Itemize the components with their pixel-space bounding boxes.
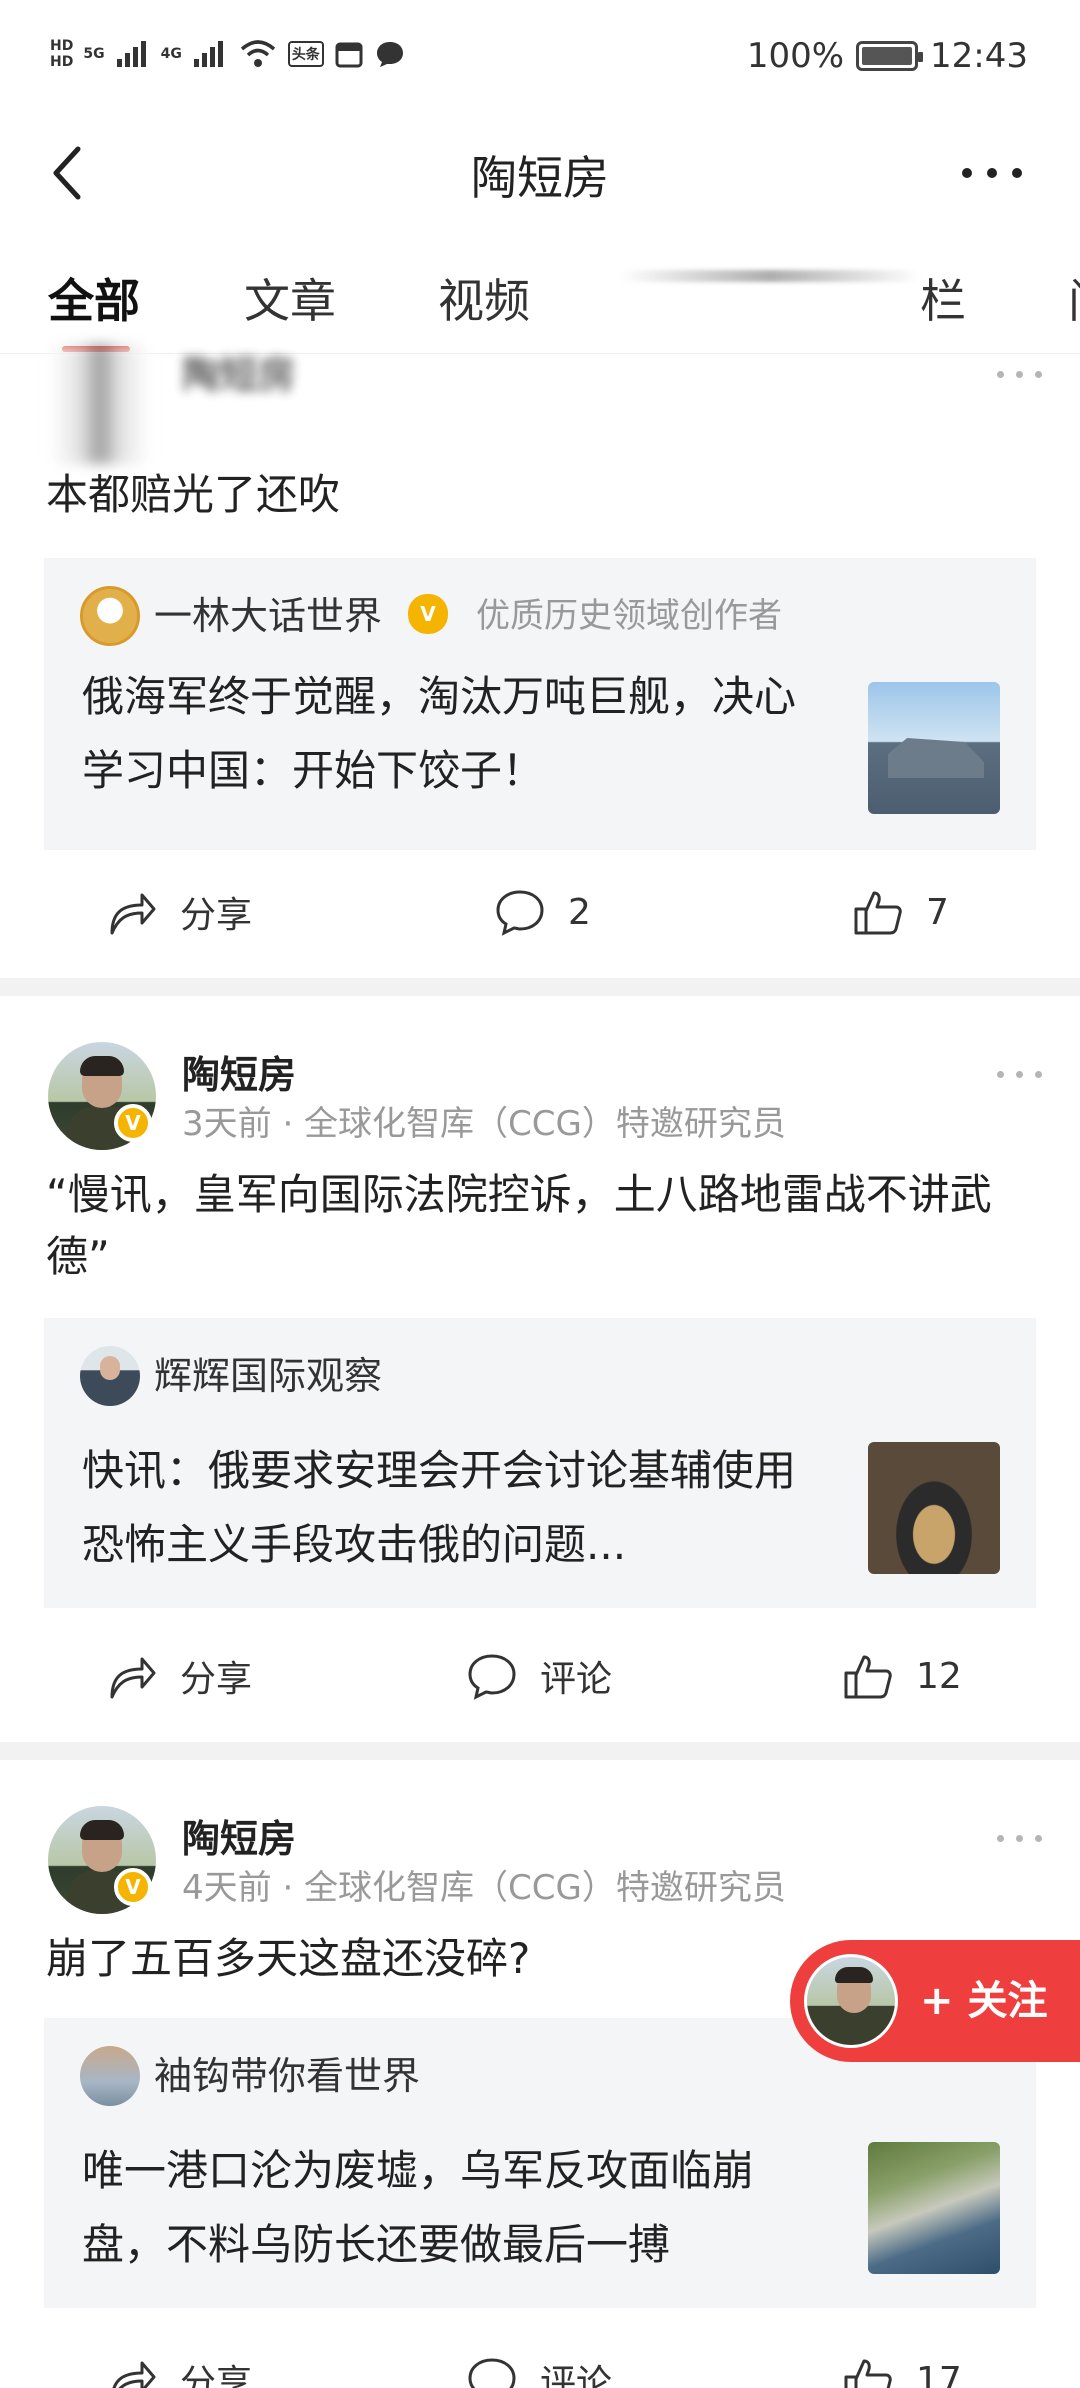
post-actions: 分享 2 7 (0, 852, 1080, 972)
thumbs-up-icon (844, 1655, 892, 1699)
battery-icon (856, 41, 924, 71)
more-horizontal-icon (962, 168, 1022, 178)
follow-avatar (804, 1954, 898, 2048)
article-thumbnail (868, 682, 1000, 814)
post-text[interactable]: “慢讯，皇军向国际法院控诉，土八路地雷战不讲武德” (46, 1164, 1040, 1288)
share-icon (112, 2361, 156, 2388)
battery-percent: 100% (746, 36, 845, 76)
like-count: 7 (926, 891, 949, 933)
hd-label-1: HD (50, 38, 74, 54)
verified-badge-icon: V (114, 1104, 152, 1142)
article-title[interactable]: 俄海军终于觉醒，淘汰万吨巨舰，决心学习中国：开始下饺子！ (82, 660, 812, 808)
share-icon (110, 1657, 156, 1699)
hd-indicators: HD HD (50, 38, 73, 70)
tab-articles[interactable]: 文章 (244, 256, 336, 346)
post-actions: 分享 评论 12 (0, 1616, 1080, 1736)
page-title: 陶短房 (471, 151, 609, 205)
quoted-article[interactable]: 辉辉国际观察 快讯：俄要求安理会开会讨论基辅使用恐怖主义手段攻击俄的问题... (44, 1318, 1036, 1608)
like-button[interactable]: 7 (852, 852, 949, 972)
hd-label-2: HD (50, 54, 74, 70)
comment-icon (468, 2358, 516, 2388)
like-button[interactable]: 17 (842, 2320, 962, 2388)
share-icon (110, 893, 156, 935)
tab-all[interactable]: 全部 (48, 256, 140, 346)
post-card-2: V 陶短房 3天前 · 全球化智库（CCG）特邀研究员 “慢讯，皇军向国际法院控… (0, 996, 1080, 1742)
source-tag: 优质历史领域创作者 (476, 596, 782, 636)
post-text[interactable]: 本都赔光了还吹 (46, 464, 1040, 526)
article-thumbnail (868, 2142, 1000, 2274)
comment-button[interactable]: 2 (494, 852, 591, 972)
network-5g-label: 5G (83, 46, 105, 62)
post-meta: 3天前 · 全球化智库（CCG）特邀研究员 (182, 1104, 786, 1144)
thumbs-up-icon (844, 2359, 892, 2388)
comment-label: 评论 (540, 2363, 613, 2388)
calendar-icon (335, 42, 363, 68)
source-avatar (80, 1346, 140, 1406)
share-button[interactable]: 分享 (108, 852, 252, 972)
comment-label: 评论 (540, 1659, 613, 1700)
card-separator (0, 978, 1080, 996)
post-author[interactable]: 陶短房 (182, 1044, 296, 1099)
message-icon (376, 42, 403, 67)
source-name[interactable]: 一林大话世界 (154, 588, 382, 644)
post-author[interactable]: 陶短房 (182, 1808, 296, 1863)
like-count: 12 (916, 1655, 962, 1697)
tab-bar: 全部 文章 视频 栏 问 (0, 238, 1080, 354)
more-button[interactable] (952, 138, 1032, 208)
post-more-button[interactable] (984, 1054, 1054, 1094)
source-name[interactable]: 袖钩带你看世界 (154, 2048, 420, 2104)
source-avatar (80, 586, 140, 646)
signal-icon-2 (193, 41, 223, 67)
comment-icon (468, 1654, 516, 1700)
article-title[interactable]: 快讯：俄要求安理会开会讨论基辅使用恐怖主义手段攻击俄的问题... (82, 1434, 812, 1582)
wifi-icon (240, 40, 275, 67)
share-button[interactable]: 分享 (108, 2320, 252, 2388)
tab-qa[interactable]: 问 (1068, 256, 1080, 346)
post-card-3: V 陶短房 4天前 · 全球化智库（CCG）特邀研究员 崩了五百多天这盘还没碎?… (0, 1760, 1080, 2388)
comment-count: 2 (568, 891, 591, 933)
follow-button[interactable]: + 关注 (790, 1940, 1080, 2062)
like-button[interactable]: 12 (842, 1616, 962, 1736)
share-label: 分享 (180, 2363, 253, 2388)
post-card-1: 陶短房 本都赔光了还吹 一林大话世界 V 优质历史领域创作者 俄海军终于觉醒，淘… (0, 344, 1080, 978)
source-avatar (80, 2046, 140, 2106)
signal-icon (116, 41, 146, 67)
comment-button[interactable]: 评论 (466, 1616, 612, 1736)
comment-icon (496, 890, 544, 936)
post-author[interactable]: 陶短房 (182, 344, 296, 399)
clock: 12:43 (930, 36, 1028, 76)
post-meta: 4天前 · 全球化智库（CCG）特邀研究员 (182, 1868, 786, 1908)
follow-label: + 关注 (920, 1978, 1048, 2024)
verified-badge-icon: V (114, 1868, 152, 1906)
tab-videos[interactable]: 视频 (438, 256, 530, 346)
card-separator (0, 1742, 1080, 1760)
tab-scroll-blur (620, 270, 920, 282)
app-badge: 头条 (287, 41, 324, 67)
tab-column[interactable]: 栏 (920, 256, 966, 346)
status-right: 100% 12:43 (747, 36, 1028, 76)
title-bar: 陶短房 (0, 118, 1080, 238)
share-button[interactable]: 分享 (108, 1616, 252, 1736)
post-actions: 分享 评论 17 (0, 2320, 1080, 2388)
network-4g-label: 4G (160, 46, 182, 62)
post-more-button[interactable] (984, 354, 1054, 394)
like-count: 17 (916, 2359, 962, 2388)
comment-button[interactable]: 评论 (466, 2320, 612, 2388)
share-label: 分享 (180, 895, 253, 936)
article-thumbnail (868, 1442, 1000, 1574)
status-bar: HD HD 5G 4G 头条 100% 12:43 (0, 0, 1080, 118)
share-label: 分享 (180, 1659, 253, 1700)
source-name[interactable]: 辉辉国际观察 (154, 1348, 382, 1404)
quoted-article[interactable]: 一林大话世界 V 优质历史领域创作者 俄海军终于觉醒，淘汰万吨巨舰，决心学习中国… (44, 558, 1036, 850)
article-title[interactable]: 唯一港口沦为废墟，乌军反攻面临崩盘，不料乌防长还要做最后一搏 (82, 2134, 812, 2282)
status-left: HD HD 5G 4G 头条 (50, 38, 406, 70)
thumbs-up-icon (854, 891, 902, 935)
verified-badge-icon: V (408, 594, 448, 634)
blurred-avatar (50, 344, 150, 464)
post-more-button[interactable] (984, 1818, 1054, 1858)
